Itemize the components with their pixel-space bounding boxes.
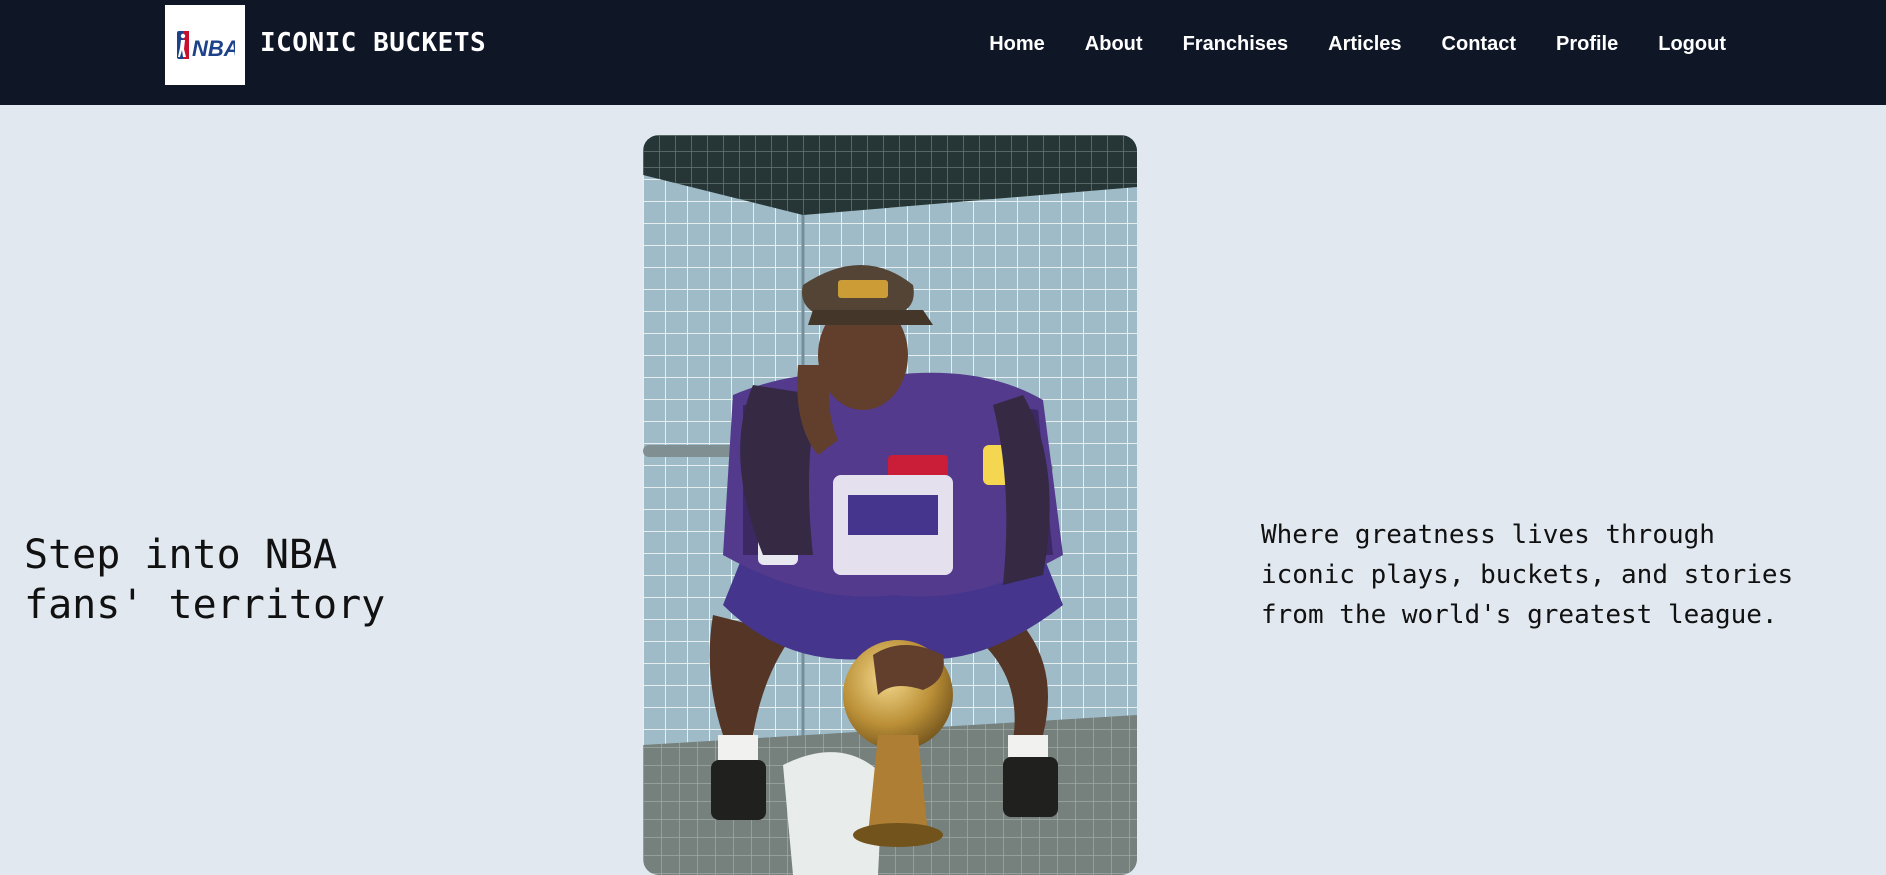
nav-franchises[interactable]: Franchises [1183,33,1289,56]
logo-text: NBA [192,36,235,61]
brand-title: ICONIC BUCKETS [260,28,487,58]
nav-articles[interactable]: Articles [1328,33,1401,56]
nba-logo[interactable]: NBA [165,5,245,85]
main-nav: Home About Franchises Articles Contact P… [989,33,1726,56]
nav-contact[interactable]: Contact [1442,33,1516,56]
navbar: NBA ICONIC BUCKETS Home About Franchises… [0,0,1886,105]
nba-logo-icon: NBA [177,31,235,61]
nav-about[interactable]: About [1085,33,1143,56]
hero-tagline: Where greatness lives through iconic pla… [1261,520,1794,630]
player-with-trophy-photo [643,135,1137,875]
nav-logout[interactable]: Logout [1658,33,1726,56]
hero-heading: Step into NBA fans' territory [24,532,386,628]
nav-profile[interactable]: Profile [1556,33,1618,56]
nav-home[interactable]: Home [989,33,1045,56]
